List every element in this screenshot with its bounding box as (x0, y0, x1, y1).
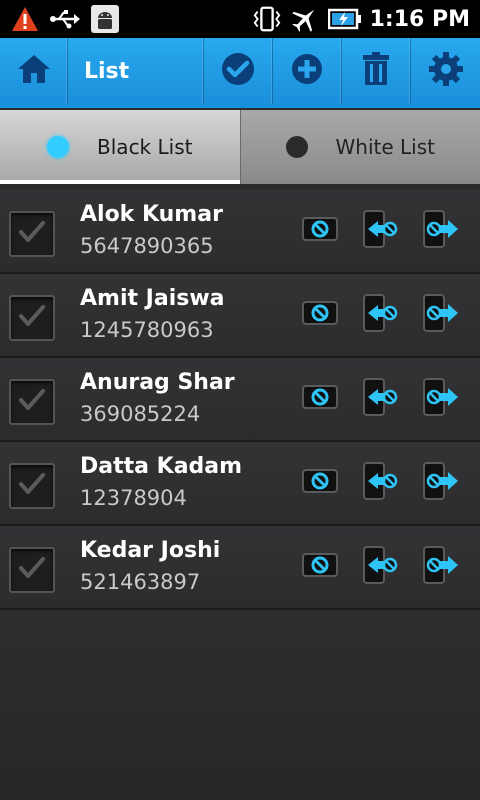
tab-label: White List (335, 135, 435, 159)
outgoing-block-button[interactable] (420, 210, 460, 252)
outgoing-block-button[interactable] (420, 462, 460, 504)
trash-icon (361, 52, 391, 90)
incoming-block-button[interactable] (360, 294, 400, 336)
list-item[interactable]: Amit Jaiswa 1245780963 (0, 274, 480, 358)
block-button[interactable] (300, 378, 340, 420)
row-actions (300, 462, 460, 504)
active-radio-dot (47, 136, 70, 158)
row-actions (300, 378, 460, 420)
contact-number: 12378904 (80, 486, 187, 510)
list-item[interactable]: Datta Kadam 12378904 (0, 442, 480, 526)
contact-name: Amit Jaiswa (80, 286, 225, 311)
check-icon (17, 555, 47, 585)
phone-incoming-block-icon (360, 461, 400, 505)
phone-outgoing-block-icon (420, 377, 460, 421)
contact-name: Alok Kumar (80, 202, 223, 227)
incoming-block-button[interactable] (360, 546, 400, 588)
phone-outgoing-block-icon (420, 293, 460, 337)
list-tabs: Black List White List (0, 110, 480, 184)
check-icon (220, 51, 256, 91)
row-checkbox[interactable] (9, 295, 55, 341)
contact-name: Anurag Shar (80, 370, 235, 395)
airplane-icon (290, 4, 320, 34)
row-checkbox[interactable] (9, 379, 55, 425)
row-checkbox[interactable] (9, 211, 55, 257)
block-call-icon (301, 550, 339, 584)
title-cell: List (68, 38, 204, 104)
list-item[interactable]: Kedar Joshi 521463897 (0, 526, 480, 610)
contact-number: 369085224 (80, 402, 201, 426)
battery-charging-icon (327, 4, 362, 34)
home-icon (17, 53, 51, 89)
check-icon (17, 387, 47, 417)
add-button[interactable] (273, 38, 342, 104)
phone-outgoing-block-icon (420, 461, 460, 505)
check-icon (17, 303, 47, 333)
block-button[interactable] (300, 294, 340, 336)
incoming-block-button[interactable] (360, 210, 400, 252)
phone-incoming-block-icon (360, 545, 400, 589)
usb-icon (50, 4, 80, 34)
contact-info: Amit Jaiswa 1245780963 (80, 284, 225, 346)
add-icon (290, 52, 324, 90)
phone-outgoing-block-icon (420, 209, 460, 253)
select-all-button[interactable] (204, 38, 273, 104)
phone-incoming-block-icon (360, 209, 400, 253)
android-icon (90, 4, 120, 34)
block-call-icon (301, 382, 339, 416)
settings-icon (428, 51, 464, 91)
row-actions (300, 546, 460, 588)
outgoing-block-button[interactable] (420, 378, 460, 420)
contact-info: Anurag Shar 369085224 (80, 368, 235, 430)
block-call-icon (301, 466, 339, 500)
contact-info: Datta Kadam 12378904 (80, 452, 242, 514)
block-button[interactable] (300, 546, 340, 588)
outgoing-block-button[interactable] (420, 294, 460, 336)
contact-number: 1245780963 (80, 318, 214, 342)
settings-button[interactable] (411, 38, 480, 104)
page-title: List (84, 58, 130, 84)
tab-label: Black List (97, 135, 193, 159)
phone-outgoing-block-icon (420, 545, 460, 589)
action-bar: List (0, 38, 480, 108)
check-icon (17, 471, 47, 501)
row-actions (300, 210, 460, 252)
contact-name: Datta Kadam (80, 454, 243, 479)
contact-number: 521463897 (80, 570, 201, 594)
incoming-block-button[interactable] (360, 378, 400, 420)
clock: 1:16 PM (369, 6, 470, 32)
delete-button[interactable] (342, 38, 411, 104)
list-item[interactable]: Alok Kumar 5647890365 (0, 190, 480, 274)
row-checkbox[interactable] (9, 547, 55, 593)
inactive-radio-dot (285, 136, 308, 158)
tab-white-list[interactable]: White List (239, 110, 480, 184)
block-call-icon (301, 214, 339, 248)
block-button[interactable] (300, 210, 340, 252)
contact-info: Kedar Joshi 521463897 (80, 536, 220, 598)
row-checkbox[interactable] (9, 463, 55, 509)
list-item[interactable]: Anurag Shar 369085224 (0, 358, 480, 442)
block-call-icon (301, 298, 339, 332)
warning-icon (10, 4, 40, 34)
contact-list: Alok Kumar 5647890365 Amit Jaiswa 124578… (0, 190, 480, 610)
home-button[interactable] (0, 38, 68, 104)
block-button[interactable] (300, 462, 340, 504)
empty-area (0, 610, 480, 800)
outgoing-block-button[interactable] (420, 546, 460, 588)
vibrate-icon (252, 4, 282, 34)
contact-info: Alok Kumar 5647890365 (80, 200, 223, 262)
incoming-block-button[interactable] (360, 462, 400, 504)
tab-black-list[interactable]: Black List (0, 110, 240, 184)
status-bar: 1:16 PM (0, 0, 480, 38)
check-icon (17, 219, 47, 249)
phone-incoming-block-icon (360, 377, 400, 421)
phone-incoming-block-icon (360, 293, 400, 337)
contact-name: Kedar Joshi (80, 538, 221, 563)
row-actions (300, 294, 460, 336)
contact-number: 5647890365 (80, 234, 214, 258)
